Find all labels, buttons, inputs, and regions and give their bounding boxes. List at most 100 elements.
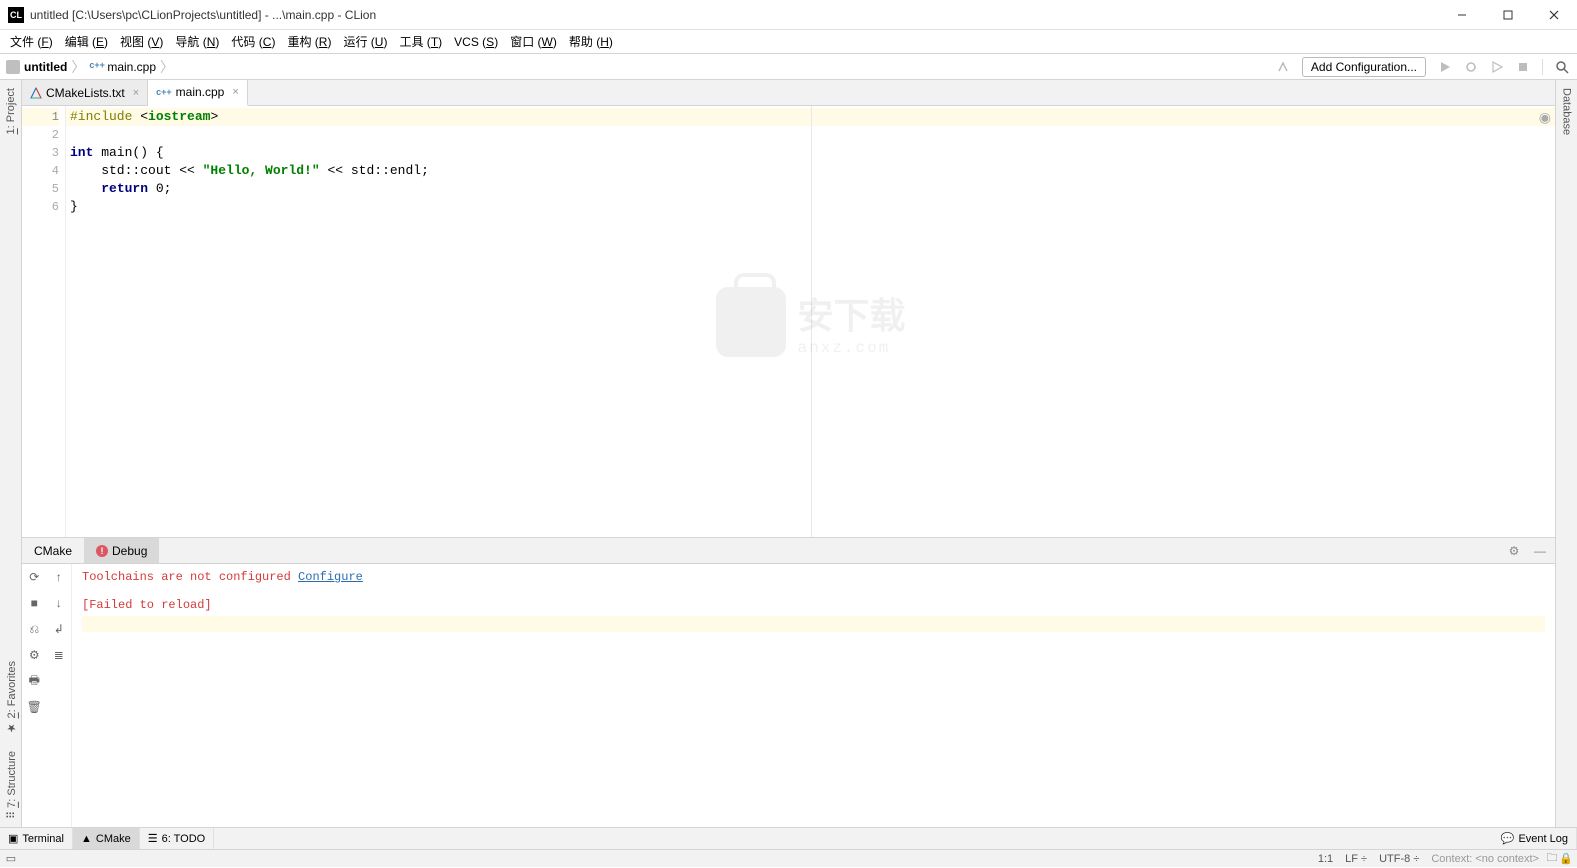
close-tab-icon[interactable]: × [133,87,139,99]
watermark-bag-icon [715,287,785,357]
configure-link[interactable]: Configure [298,570,363,584]
menu-N[interactable]: 导航 (N) [169,31,225,52]
line-number[interactable]: 5 [22,180,59,198]
sidebar-tab-project[interactable]: 1: Project [3,80,19,142]
center-area: CMakeLists.txt×c++main.cpp× 123456 #incl… [22,80,1555,827]
sidebar-tab-database[interactable]: Database [1559,80,1575,143]
run-button[interactable] [1434,56,1456,78]
window-title: untitled [C:\Users\pc\CLionProjects\unti… [30,8,1439,22]
lock-icon[interactable]: 🔒 [1559,852,1573,866]
trash-icon[interactable]: 🗑 [22,694,47,720]
folder-icon [6,60,20,74]
line-gutter: 123456 [22,106,66,537]
close-button[interactable] [1531,0,1577,30]
menu-E[interactable]: 编辑 (E) [59,31,114,52]
navbar-right: Add Configuration... [1272,56,1573,78]
line-separator[interactable]: LF ÷ [1339,853,1373,865]
bottom-tool-cmake[interactable]: ▲CMake [73,828,140,849]
code-area[interactable]: #include <iostream>int main() { std::cou… [66,106,1555,537]
menu-V[interactable]: 视图 (V) [114,31,169,52]
reload-icon[interactable]: ⟳ [22,564,47,590]
menu-R[interactable]: 重构 (R) [281,31,337,52]
memory-indicator-icon[interactable]: 🗀 [1545,852,1559,866]
search-everywhere-button[interactable] [1551,56,1573,78]
print-icon[interactable]: 🖶 [22,668,47,694]
breadcrumb-sep: 〉 [71,57,85,77]
output-text: Toolchains are not configured [82,570,298,584]
debug-button[interactable] [1460,56,1482,78]
main-area: 1: Project ★ 2: Favorites ⠿ 7: Structure… [0,80,1577,827]
panel-tab-debug[interactable]: !Debug [84,538,159,563]
statusbar: ▭ 1:1 LF ÷ UTF-8 ÷ Context: <no context>… [0,849,1577,867]
cpp-file-icon: c++ [89,60,103,74]
line-number[interactable]: 2 [22,126,59,144]
breadcrumb-sep: 〉 [160,57,174,77]
nav-back-icon[interactable] [1272,56,1294,78]
menu-C[interactable]: 代码 (C) [225,31,281,52]
close-tab-icon[interactable]: × [232,86,238,98]
watermark-text: 安下载 [797,298,905,339]
event-log-button[interactable]: 💬 Event Log [1493,828,1577,849]
run-with-coverage-button[interactable] [1486,56,1508,78]
output-text-2: [Failed to reload] [82,598,1545,612]
line-number[interactable]: 3 [22,144,59,162]
maximize-button[interactable] [1485,0,1531,30]
cmake-icon: ▲ [81,833,92,845]
panel-hide-icon[interactable]: — [1529,540,1551,562]
menu-U[interactable]: 运行 (U) [337,31,393,52]
stop-square-icon[interactable]: ■ [22,590,47,616]
status-menu-icon[interactable]: ▭ [4,852,18,866]
right-tool-stripe: Database [1555,80,1577,827]
watermark-sub: anxz.com [797,339,905,357]
output-caret-line [82,616,1545,632]
encoding[interactable]: UTF-8 ÷ [1373,853,1425,865]
breadcrumb-item[interactable]: c++main.cpp [87,60,158,74]
cpp-file-icon: c++ [156,87,172,97]
gear-icon[interactable]: ⚙ [22,642,47,668]
bottom-toolbar: ▣Terminal▲CMake☰6: TODO 💬 Event Log [0,827,1577,849]
titlebar: CL untitled [C:\Users\pc\CLionProjects\u… [0,0,1577,30]
navbar: untitled〉c++main.cpp〉 Add Configuration.… [0,54,1577,80]
panel-tab-cmake[interactable]: CMake [22,538,84,563]
context-indicator[interactable]: Context: <no context> [1425,853,1545,865]
editor-tab[interactable]: CMakeLists.txt× [22,80,148,105]
down-arrow-icon[interactable]: ↓ [47,590,72,616]
menu-H[interactable]: 帮助 (H) [563,31,619,52]
menubar: 文件 (F)编辑 (E)视图 (V)导航 (N)代码 (C)重构 (R)运行 (… [0,30,1577,54]
caret-position[interactable]: 1:1 [1312,853,1339,865]
panel-settings-icon[interactable]: ⚙ [1503,540,1525,562]
cmake-icon [30,87,42,99]
scroll-icon[interactable]: ≣ [47,642,72,668]
bottom-tool-todo[interactable]: ☰6: TODO [140,828,214,849]
line-number[interactable]: 6 [22,198,59,216]
code-right-margin [811,106,812,537]
event-log-icon: 💬 [1501,832,1515,845]
run-configuration-selector[interactable]: Add Configuration... [1302,57,1426,77]
menu-F[interactable]: 文件 (F) [4,31,59,52]
breadcrumbs: untitled〉c++main.cpp〉 [4,57,1272,77]
sidebar-tab-favorites[interactable]: ★ 2: Favorites [3,653,20,743]
wrap-icon[interactable]: ↲ [47,616,72,642]
filter-icon[interactable]: ⎌ [22,616,47,642]
bottom-tool-terminal[interactable]: ▣Terminal [0,828,73,849]
panel-body: ⟳ ↑ ■ ↓ ⎌ ↲ ⚙ ≣ 🖶 🗑 Toolchains are not c… [22,564,1555,827]
menu-W[interactable]: 窗口 (W) [504,31,563,52]
panel-tabs: CMake!Debug ⚙ — [22,538,1555,564]
window-controls [1439,0,1577,30]
sidebar-tab-structure[interactable]: ⠿ 7: Structure [3,743,20,827]
panel-output[interactable]: Toolchains are not configured Configure … [72,564,1555,827]
stop-button[interactable] [1512,56,1534,78]
bottom-panel: CMake!Debug ⚙ — ⟳ ↑ ■ ↓ ⎌ ↲ ⚙ ≣ 🖶 [22,537,1555,827]
line-number[interactable]: 1 [22,108,59,126]
breadcrumb-item[interactable]: untitled [4,60,69,74]
up-arrow-icon[interactable]: ↑ [47,564,72,590]
menu-S[interactable]: VCS (S) [448,33,504,51]
inspections-eye-icon[interactable]: ◉ [1539,110,1551,127]
error-icon: ! [96,545,108,557]
line-number[interactable]: 4 [22,162,59,180]
editor-body[interactable]: 123456 #include <iostream>int main() { s… [22,106,1555,537]
menu-T[interactable]: 工具 (T) [393,31,448,52]
minimize-button[interactable] [1439,0,1485,30]
editor-tabs: CMakeLists.txt×c++main.cpp× [22,80,1555,106]
editor-tab[interactable]: c++main.cpp× [148,80,248,106]
